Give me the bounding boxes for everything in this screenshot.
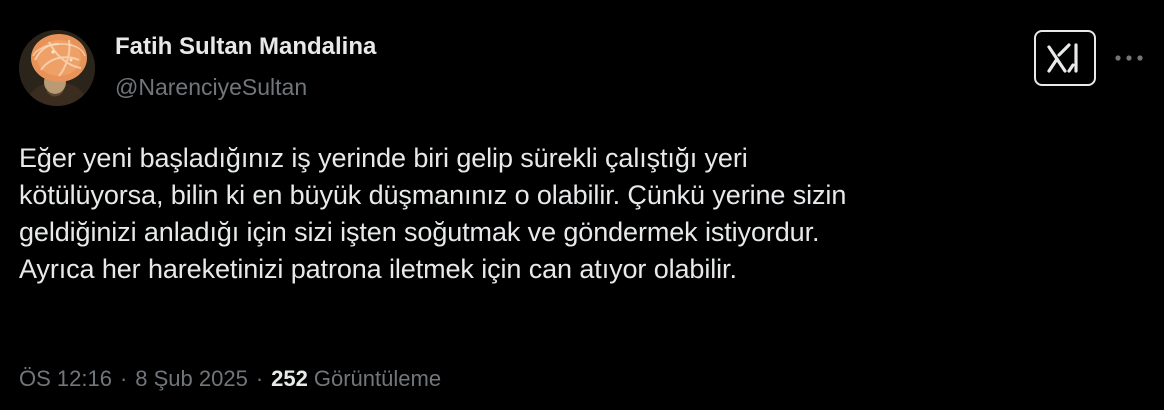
tweet-text: Eğer yeni başladığınız iş yerinde biri g…: [19, 140, 1139, 288]
tweet-text-line: kötülüyorsa, bilin ki en büyük düşmanını…: [19, 180, 847, 210]
mandarin-turban-portrait-icon: [19, 30, 95, 106]
tweet-text-line: geldiğinizi anladığı için sizi işten soğ…: [19, 217, 820, 247]
more-options-button[interactable]: [1112, 44, 1146, 72]
avatar[interactable]: [19, 30, 95, 106]
meta-separator: ·: [255, 366, 264, 391]
author-display-name[interactable]: Fatih Sultan Mandalina: [115, 32, 376, 62]
grok-icon: [1047, 43, 1078, 73]
tweet-date[interactable]: 8 Şub 2025: [135, 364, 248, 394]
tweet-meta: ÖS 12:16 · 8 Şub 2025 · 252 Görüntüleme: [19, 364, 441, 394]
tweet-card: Fatih Sultan Mandalina @NarenciyeSultan …: [0, 0, 1164, 410]
views-count[interactable]: 252: [271, 364, 308, 394]
more-horizontal-icon: [1115, 55, 1143, 61]
tweet-time[interactable]: ÖS 12:16: [19, 364, 112, 394]
tweet-text-line: Ayrıca her hareketinizi patrona iletmek …: [19, 254, 737, 284]
tweet-text-line: Eğer yeni başladığınız iş yerinde biri g…: [19, 143, 748, 173]
grok-button[interactable]: [1034, 30, 1096, 86]
meta-separator: ·: [119, 366, 128, 391]
author-handle[interactable]: @NarenciyeSultan: [115, 72, 376, 102]
author-block: Fatih Sultan Mandalina @NarenciyeSultan: [115, 32, 376, 102]
views-label[interactable]: Görüntüleme: [314, 364, 441, 394]
